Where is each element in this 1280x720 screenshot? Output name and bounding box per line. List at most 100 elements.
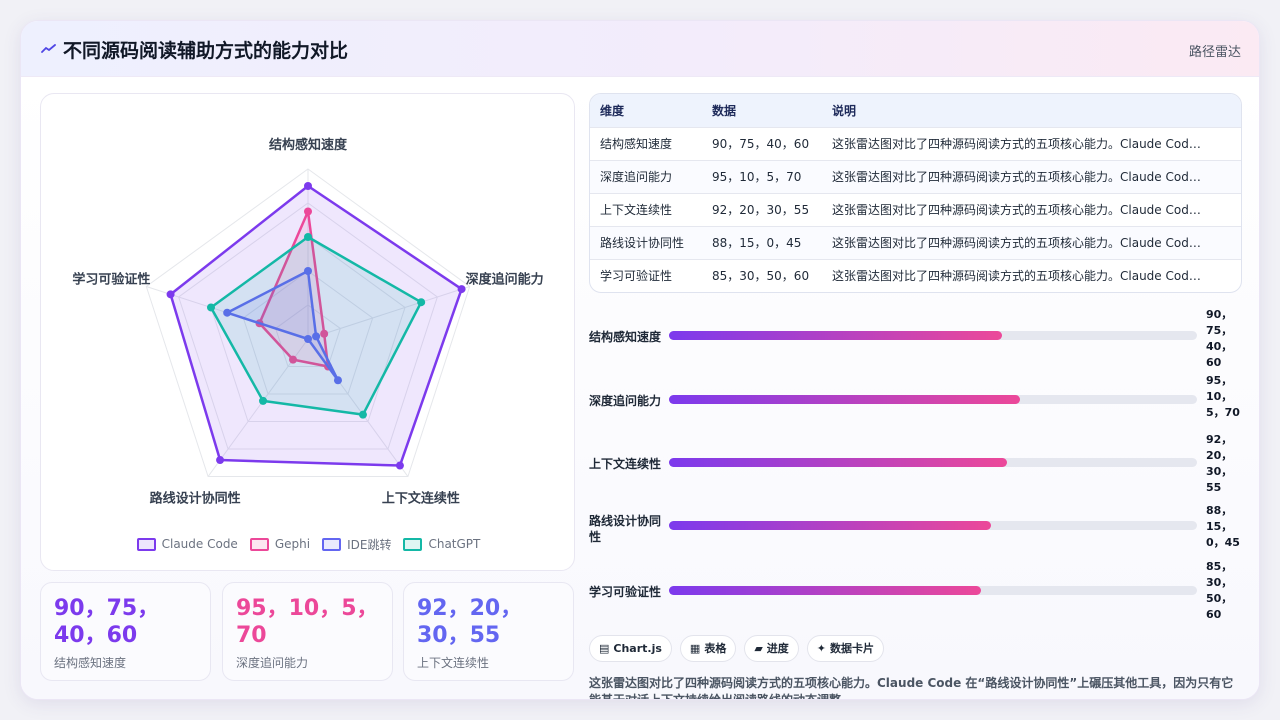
radar-data-point — [395, 461, 404, 470]
chip-label: 数据卡片 — [830, 642, 875, 655]
legend-item[interactable]: Claude Code — [136, 534, 238, 554]
progress-label: 深度追问能力 — [589, 394, 662, 408]
dashboard-card: 不同源码阅读辅助方式的能力对比 路径雷达 结构感知速度 深度追问能力 上下文连续性路… — [20, 20, 1260, 700]
table-cell: 上下文连续性 — [590, 192, 702, 226]
legend-item[interactable]: IDE跳转 — [322, 534, 391, 554]
progress-row-depth: 深度追问能力 95，10，5，70 — [589, 373, 1249, 433]
kpi-value: 90，75，40，60 — [54, 596, 160, 648]
legend-item[interactable]: ChatGPT — [403, 534, 480, 554]
radar-axis-label: 结构感知速度 — [269, 137, 348, 153]
progress-label: 上下文连续性 — [589, 457, 662, 471]
legend-label: IDE跳转 — [347, 537, 392, 552]
table-cell: 92，20，30，55 — [702, 192, 822, 226]
table-cell: 95，10，5，70 — [702, 159, 822, 193]
chart-icon: ▤ — [599, 642, 610, 655]
progress-track — [669, 331, 1197, 340]
kpi-card-depth: 95，10，5，70 深度追问能力 — [222, 582, 393, 681]
progress-label: 路线设计协同性 — [589, 514, 662, 544]
radar-axis-label: 学习可验证性 — [72, 272, 150, 288]
progress-row-verify: 学习可验证性 85，30，50，60 — [589, 560, 1249, 624]
progress-fill — [669, 331, 1002, 340]
table-cell: 88，15，0，45 — [702, 225, 822, 259]
radar-data-point — [417, 298, 426, 307]
progress-fill — [669, 458, 1007, 467]
chip-chartjs[interactable]: ▤ Chart.js — [589, 635, 672, 662]
kpi-label: 结构感知速度 — [54, 656, 127, 670]
progress-value: 88，15，0，45 — [1206, 504, 1240, 549]
table-cell: 深度追问能力 — [590, 159, 702, 193]
radar-data-point — [457, 285, 466, 294]
progress-label: 结构感知速度 — [589, 330, 662, 344]
table-cell: 这张雷达图对比了四种源码阅读方式的五项核心能力。Claude Cod… — [822, 126, 1241, 160]
legend-swatch — [136, 537, 156, 551]
table-header-cell: 数据 — [702, 94, 822, 127]
progress-track — [669, 458, 1197, 467]
radar-axis-label: 路线设计协同性 — [150, 490, 241, 506]
legend-swatch — [249, 537, 269, 551]
progress-value: 92，20，30，55 — [1206, 433, 1233, 494]
progress-value: 85，30，50，60 — [1206, 560, 1233, 621]
table-row: 结构感知速度 90，75，40，60 这张雷达图对比了四种源码阅读方式的五项核心… — [590, 126, 1241, 160]
header-tag: 路径雷达 — [1188, 45, 1241, 60]
progress-fill — [669, 395, 1021, 404]
progress-row-context: 上下文连续性 92，20，30，55 — [589, 433, 1249, 496]
table-cell: 90，75，40，60 — [702, 126, 822, 160]
table-row: 路线设计协同性 88，15，0，45 这张雷达图对比了四种源码阅读方式的五项核心… — [590, 225, 1241, 259]
progress-value: 95，10，5，70 — [1206, 374, 1240, 419]
radar-data-point — [216, 456, 225, 465]
table-header-cell: 说明 — [822, 94, 1241, 127]
table-row: 深度追问能力 95，10，5，70 这张雷达图对比了四种源码阅读方式的五项核心能… — [590, 159, 1241, 193]
radar-chart: 结构感知速度深度追问能力上下文连续性 路线设计协同性 学习可验证性 — [72, 137, 544, 506]
kpi-value: 95，10，5，70 — [236, 596, 379, 648]
kpi-value: 92，20，30，55 — [417, 596, 523, 648]
radar-chart-panel: 结构感知速度 深度追问能力 上下文连续性 路线设计协同性 学习可验证性 Claude C… — [40, 93, 575, 571]
chip-label: Chart.js — [613, 642, 662, 655]
progress-track — [669, 395, 1197, 404]
data-table: 维度 数据 说明 结构感知速度 90，75，40，60 这张雷达图对比了四种源码… — [589, 93, 1242, 293]
table-cell: 学习可验证性 — [590, 258, 702, 292]
chip-table[interactable]: ▦ 表格 — [679, 635, 737, 662]
kpi-label: 深度追问能力 — [236, 656, 309, 670]
progress-row-structure: 结构感知速度 90，75，40，60 — [589, 308, 1249, 369]
radar-data-point — [166, 290, 175, 299]
trend-icon — [41, 44, 56, 53]
table-cell: 结构感知速度 — [590, 126, 702, 160]
radar-axis-label: 深度追问能力 — [466, 272, 544, 288]
legend-swatch — [403, 537, 423, 551]
progress-track — [669, 521, 1197, 530]
kpi-label: 上下文连续性 — [417, 656, 490, 670]
radar-data-point — [358, 410, 367, 419]
legend-label: ChatGPT — [428, 537, 481, 551]
table-icon: ▦ — [689, 642, 701, 655]
header-bar: 不同源码阅读辅助方式的能力对比 路径雷达 — [21, 21, 1259, 77]
table-row: 上下文连续性 92，20，30，55 这张雷达图对比了四种源码阅读方式的五项核心… — [590, 192, 1241, 226]
progress-label: 学习可验证性 — [589, 585, 662, 599]
page-title: 不同源码阅读辅助方式的能力对比 — [63, 40, 349, 62]
chip-group: ▤ Chart.js ▦ 表格 ▰ 进度 ✦ 数据卡片 — [589, 635, 885, 662]
table-cell: 这张雷达图对比了四种源码阅读方式的五项核心能力。Claude Cod… — [822, 225, 1241, 259]
progress-fill — [669, 521, 992, 530]
chip-label: 表格 — [704, 642, 727, 655]
kpi-card-context: 92，20，30，55 上下文连续性 — [403, 582, 574, 681]
progress-value: 90，75，40，60 — [1206, 308, 1233, 369]
radar-data-point — [206, 303, 215, 312]
progress-icon: ▰ — [754, 642, 763, 655]
legend-item[interactable]: Gephi — [249, 534, 311, 554]
table-cell: 这张雷达图对比了四种源码阅读方式的五项核心能力。Claude Cod… — [822, 192, 1241, 226]
legend-label: Gephi — [274, 537, 311, 551]
radar-data-point — [259, 396, 268, 405]
progress-track — [669, 586, 1197, 595]
chip-progress[interactable]: ▰ 进度 — [744, 635, 799, 662]
kpi-card-structure: 90，75，40，60 结构感知速度 — [40, 582, 211, 681]
table-cell: 85，30，50，60 — [702, 258, 822, 292]
table-cell: 路线设计协同性 — [590, 225, 702, 259]
chip-data-card[interactable]: ✦ 数据卡片 — [806, 635, 885, 662]
chart-legend: Claude Code Gephi IDE跳转 ChatGPT — [41, 534, 576, 554]
summary-text: 这张雷达图对比了四种源码阅读方式的五项核心能力。Claude Code 在“路线… — [589, 676, 1234, 699]
radar-data-point — [304, 182, 312, 190]
table-header-cell: 维度 — [590, 94, 702, 127]
radar-data-point — [304, 207, 312, 216]
progress-row-route: 路线设计协同性 88，15，0，45 — [589, 499, 1249, 559]
table-header-row: 维度 数据 说明 — [590, 94, 1241, 127]
progress-fill — [669, 586, 981, 595]
